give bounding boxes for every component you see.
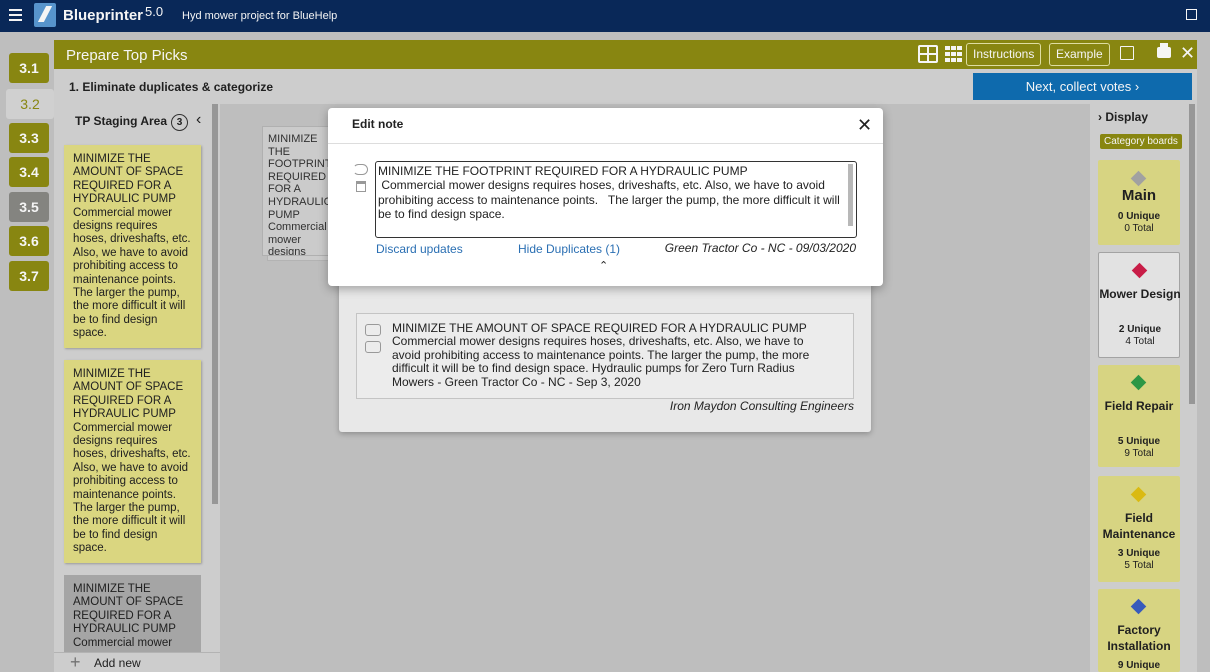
note-source: Green Tractor Co - NC - 09/03/2020	[664, 241, 856, 255]
edit-note-modal: Edit note ✕ MINIMIZE THE FOOTPRINT REQUI…	[328, 108, 883, 286]
discard-updates-link[interactable]: Discard updates	[376, 242, 463, 256]
duplicate-note-text: MINIMIZE THE AMOUNT OF SPACE REQUIRED FO…	[392, 321, 810, 389]
close-icon[interactable]: ✕	[857, 116, 872, 134]
duplicate-source: Iron Maydon Consulting Engineers	[669, 399, 854, 413]
modal-title: Edit note	[352, 117, 404, 131]
note-text-area[interactable]: MINIMIZE THE FOOTPRINT REQUIRED FOR A HY…	[375, 161, 857, 238]
divider	[328, 143, 883, 144]
hide-duplicates-link[interactable]: Hide Duplicates (1)	[518, 242, 620, 256]
duplicates-panel: MINIMIZE THE AMOUNT OF SPACE REQUIRED FO…	[339, 282, 871, 432]
undo-icon[interactable]	[353, 164, 368, 175]
undo-icon[interactable]	[365, 341, 381, 353]
textarea-scrollbar[interactable]	[848, 164, 853, 226]
duplicate-note[interactable]: MINIMIZE THE AMOUNT OF SPACE REQUIRED FO…	[356, 313, 854, 399]
chevron-up-icon[interactable]: ⌃	[599, 259, 608, 272]
trash-icon[interactable]	[356, 181, 366, 192]
merge-icon[interactable]	[365, 324, 381, 336]
